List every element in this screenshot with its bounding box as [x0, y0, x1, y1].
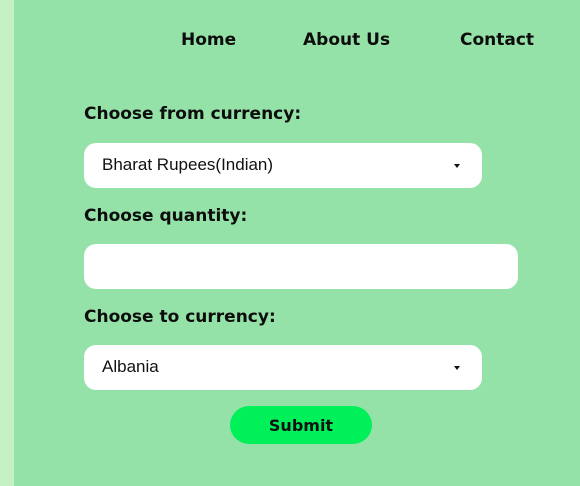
quantity-label: Choose quantity: — [84, 206, 248, 226]
page-background-strip — [0, 0, 14, 486]
from-currency-label: Choose from currency: — [84, 104, 302, 124]
submit-button[interactable]: Submit — [230, 406, 372, 444]
to-currency-select[interactable]: Albania — [84, 345, 482, 390]
to-currency-selected-value: Albania — [102, 357, 159, 376]
from-currency-select[interactable]: Bharat Rupees(Indian) — [84, 143, 482, 188]
converter-panel: Home About Us Contact Choose from curren… — [14, 0, 580, 486]
caret-down-icon — [454, 366, 460, 370]
to-currency-label: Choose to currency: — [84, 307, 276, 327]
nav-link-home[interactable]: Home — [181, 30, 236, 50]
nav-link-contact[interactable]: Contact — [460, 30, 534, 50]
caret-down-icon — [454, 164, 460, 168]
from-currency-selected-value: Bharat Rupees(Indian) — [102, 155, 274, 174]
nav-link-about-us[interactable]: About Us — [303, 30, 390, 50]
top-navigation: Home About Us Contact — [14, 30, 580, 54]
quantity-input[interactable] — [84, 244, 518, 289]
